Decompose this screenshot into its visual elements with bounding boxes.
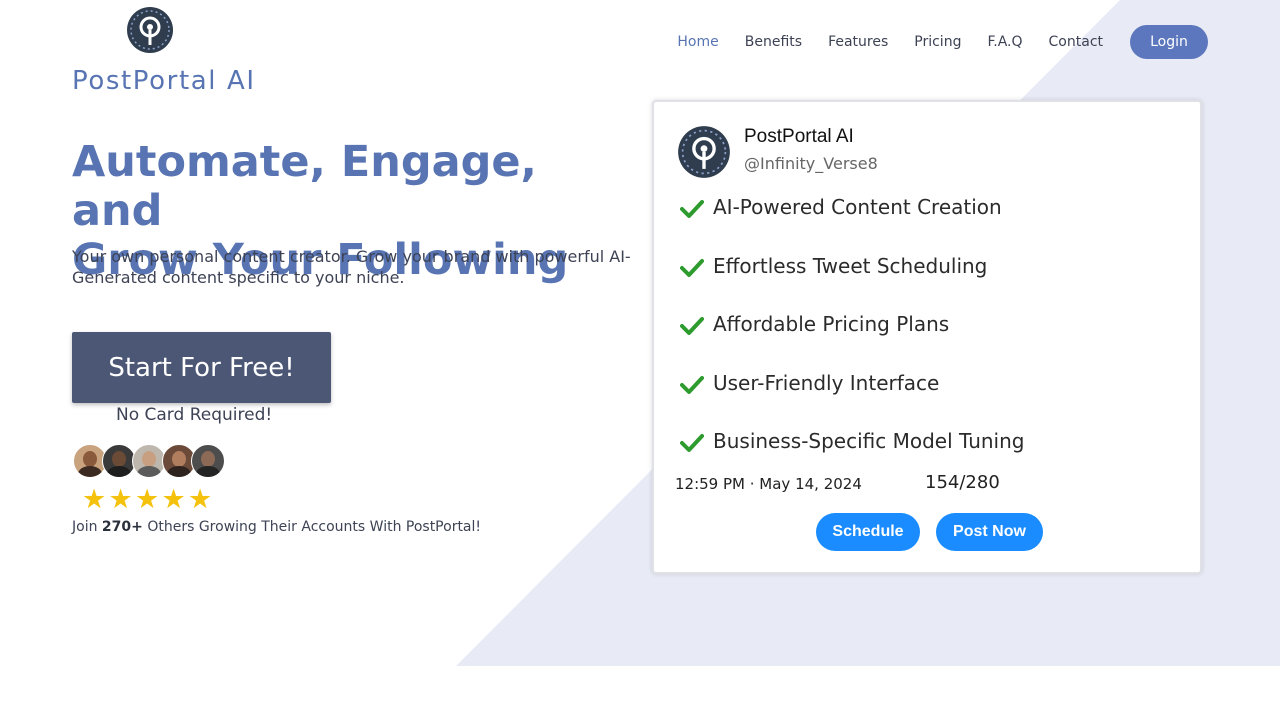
tweet-timestamp: 12:59 PM · May 14, 2024 <box>675 475 862 493</box>
feature-list: AI-Powered Content Creation Effortless T… <box>680 195 1024 488</box>
list-item: Affordable Pricing Plans <box>680 312 1024 371</box>
checkmark-icon <box>680 258 704 277</box>
hero-title-line-1: Automate, Engage, and <box>72 137 537 236</box>
checkmark-icon <box>680 200 704 218</box>
card-account-handle: @Infinity_Verse8 <box>744 154 878 173</box>
nav-benefits-link[interactable]: Benefits <box>745 34 802 50</box>
no-card-note: No Card Required! <box>116 405 273 425</box>
feature-label: Business-Specific Model Tuning <box>713 429 1025 453</box>
start-for-free-button[interactable]: Start For Free! <box>72 332 331 403</box>
hero-subtitle: Your own personal content creator. Grow … <box>72 247 631 287</box>
list-item: AI-Powered Content Creation <box>680 195 1024 254</box>
avatar <box>102 444 136 478</box>
feature-label: Effortless Tweet Scheduling <box>713 253 988 278</box>
checkmark-icon <box>680 375 704 394</box>
nav-contact-link[interactable]: Contact <box>1049 34 1103 50</box>
portal-logo-icon <box>678 126 730 178</box>
star-icon: ★ <box>188 484 213 514</box>
feature-label: AI-Powered Content Creation <box>713 195 1002 219</box>
checkmark-icon <box>680 317 704 335</box>
nav-pricing-link[interactable]: Pricing <box>914 34 961 50</box>
social-proof-suffix: Others Growing Their Accounts With PostP… <box>142 519 482 535</box>
feature-label: Affordable Pricing Plans <box>713 312 950 336</box>
brand-name: PostPortal AI <box>72 66 256 96</box>
nav-features-link[interactable]: Features <box>828 34 888 50</box>
portal-logo-icon <box>127 7 173 53</box>
avatar <box>132 444 166 478</box>
login-button[interactable]: Login <box>1130 25 1208 59</box>
character-count: 154/280 <box>925 472 1000 493</box>
social-proof-prefix: Join <box>72 519 102 535</box>
rating-stars: ★ ★ ★ ★ ★ <box>82 484 215 514</box>
nav-faq-link[interactable]: F.A.Q <box>987 34 1022 50</box>
list-item: User-Friendly Interface <box>680 371 1024 430</box>
checkmark-icon <box>680 434 704 452</box>
social-proof-count: 270+ <box>101 519 143 535</box>
card-account-name: PostPortal AI <box>744 126 854 147</box>
social-proof-text: Join 270+ Others Growing Their Accounts … <box>72 519 481 535</box>
nav-home-link[interactable]: Home <box>677 34 718 50</box>
tweet-preview-card: PostPortal AI @Infinity_Verse8 AI-Powere… <box>652 100 1202 574</box>
post-now-button[interactable]: Post Now <box>936 513 1043 551</box>
list-item: Effortless Tweet Scheduling <box>680 254 1024 313</box>
star-icon: ★ <box>135 484 160 514</box>
feature-label: User-Friendly Interface <box>713 370 940 395</box>
avatar <box>191 444 225 478</box>
star-icon: ★ <box>161 484 186 514</box>
star-icon: ★ <box>82 484 107 514</box>
schedule-button[interactable]: Schedule <box>816 513 920 551</box>
star-icon: ★ <box>108 484 133 514</box>
top-nav: Home Benefits Features Pricing F.A.Q Con… <box>651 25 1208 59</box>
